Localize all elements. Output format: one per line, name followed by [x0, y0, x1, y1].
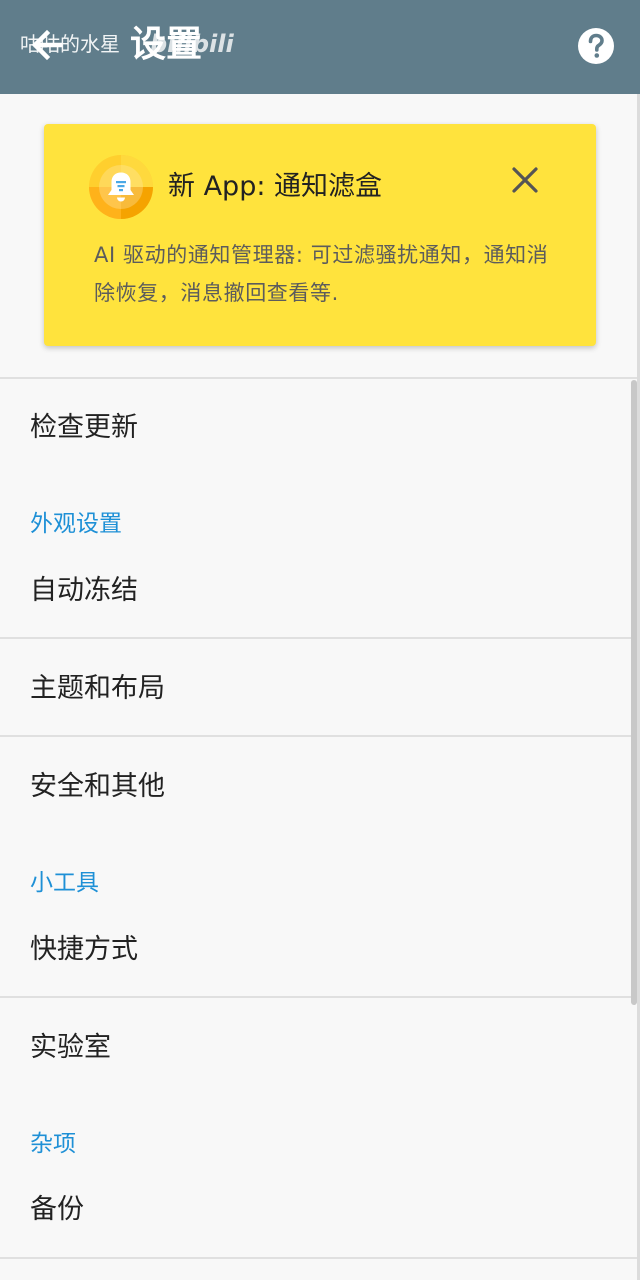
divider [0, 377, 640, 379]
close-icon[interactable] [509, 164, 541, 196]
menu-item-theme-layout[interactable]: 主题和布局 [30, 669, 165, 709]
menu-item-shortcuts[interactable]: 快捷方式 [30, 930, 138, 970]
divider [0, 735, 640, 737]
divider [0, 637, 640, 639]
menu-item-backup[interactable]: 备份 [30, 1190, 84, 1230]
bell-icon [88, 154, 154, 220]
back-arrow-icon[interactable] [26, 24, 68, 66]
watermark-logo: bilibili [150, 30, 234, 58]
menu-item-lab[interactable]: 实验室 [30, 1028, 111, 1068]
menu-item-check-update[interactable]: 检查更新 [30, 408, 138, 448]
divider [0, 996, 640, 998]
promo-title: 新 App: 通知滤盒 [168, 171, 383, 202]
menu-item-auto-freeze[interactable]: 自动冻结 [30, 571, 138, 611]
scrollbar[interactable] [631, 380, 637, 1005]
section-header-appearance: 外观设置 [30, 511, 122, 537]
promo-description: AI 驱动的通知管理器: 可过滤骚扰通知，通知消除恢复，消息撤回查看等. [94, 243, 549, 305]
app-bar: 咕咕的水星 设置 bilibili [0, 0, 640, 94]
divider [0, 1257, 640, 1259]
section-header-misc: 杂项 [30, 1131, 76, 1157]
menu-item-security-other[interactable]: 安全和其他 [30, 767, 165, 807]
help-icon[interactable] [577, 27, 615, 65]
promo-card[interactable]: 新 App: 通知滤盒 AI 驱动的通知管理器: 可过滤骚扰通知，通知消除恢复，… [44, 124, 596, 346]
section-header-tools: 小工具 [30, 870, 99, 896]
